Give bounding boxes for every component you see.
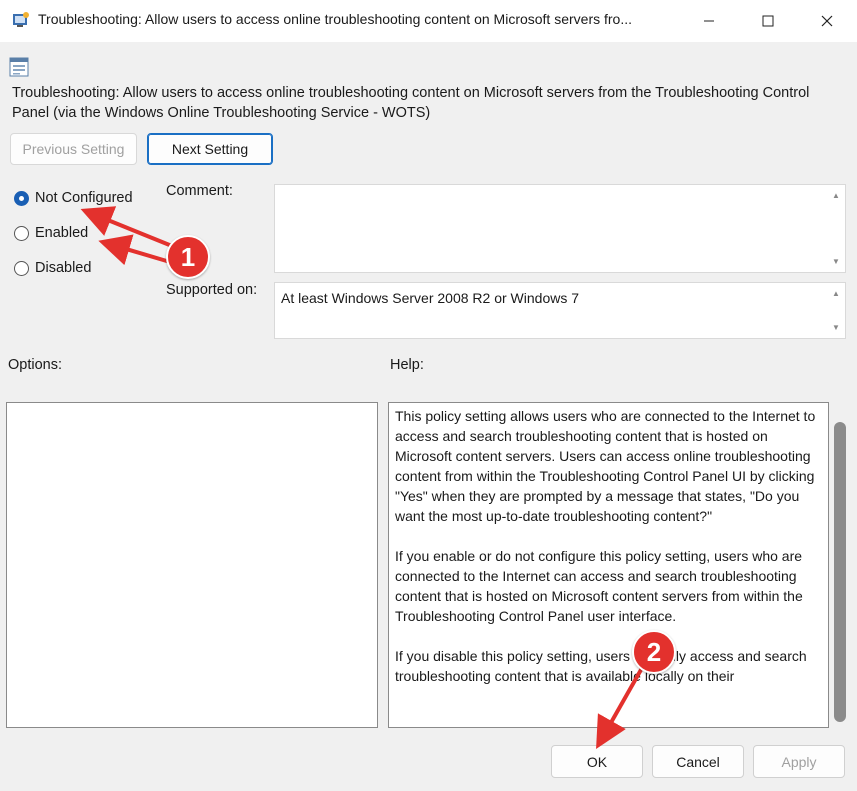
radio-unchecked-icon (14, 260, 29, 276)
scroll-up-icon: ▲ (832, 289, 840, 298)
supported-on-value: At least Windows Server 2008 R2 or Windo… (281, 290, 580, 306)
arrow-to-enabled (98, 234, 171, 266)
help-text: This policy setting allows users who are… (395, 408, 816, 684)
comment-label: Comment: (166, 183, 233, 199)
ok-button[interactable]: OK (551, 745, 643, 778)
minimize-icon (704, 20, 714, 22)
help-label: Help: (390, 357, 424, 373)
radio-checked-icon (14, 190, 29, 206)
options-panel[interactable] (6, 402, 378, 728)
next-setting-button[interactable]: Next Setting (147, 133, 273, 165)
comment-field[interactable]: ▲ ▼ (274, 184, 846, 273)
cancel-button[interactable]: Cancel (652, 745, 744, 778)
help-scrollbar[interactable] (834, 422, 846, 722)
supported-on-label: Supported on: (166, 282, 258, 298)
not-configured-radio[interactable]: Not Configured (14, 188, 133, 208)
scroll-down-icon: ▼ (832, 323, 840, 332)
radio-unchecked-icon (14, 225, 29, 241)
not-configured-label: Not Configured (35, 190, 133, 206)
setting-icon (8, 56, 30, 78)
close-icon (821, 15, 833, 27)
annotation-badge-2: 2 (632, 630, 676, 674)
window-title: Troubleshooting: Allow users to access o… (38, 11, 633, 27)
enabled-label: Enabled (35, 225, 89, 241)
disabled-label: Disabled (35, 260, 92, 276)
help-panel[interactable]: This policy setting allows users who are… (388, 402, 829, 728)
maximize-icon (762, 15, 774, 27)
policy-icon (12, 11, 30, 29)
enabled-radio[interactable]: Enabled (14, 223, 88, 243)
scroll-up-icon: ▲ (832, 191, 840, 200)
minimize-button[interactable] (686, 0, 732, 42)
setting-title: Troubleshooting: Allow users to access o… (12, 85, 810, 121)
close-button[interactable] (804, 0, 850, 42)
apply-button[interactable]: Apply (753, 745, 845, 778)
supported-on-field: At least Windows Server 2008 R2 or Windo… (274, 282, 846, 339)
arrow-to-not-configured (80, 206, 173, 248)
options-label: Options: (8, 357, 62, 373)
previous-setting-button[interactable]: Previous Setting (10, 133, 137, 165)
maximize-button[interactable] (745, 0, 791, 42)
disabled-radio[interactable]: Disabled (14, 258, 91, 278)
annotation-badge-1: 1 (166, 235, 210, 279)
supported-scrollbar[interactable]: ▲ ▼ (829, 283, 843, 338)
comment-scrollbar[interactable]: ▲ ▼ (829, 185, 843, 272)
scroll-down-icon: ▼ (832, 257, 840, 266)
